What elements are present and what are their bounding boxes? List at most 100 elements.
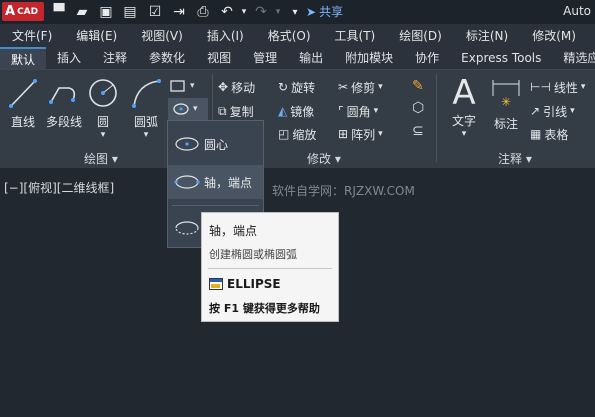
tab-express-tools[interactable]: Express Tools (450, 47, 552, 69)
tab-featured-apps[interactable]: 精选应用 (552, 47, 595, 69)
fillet-dropdown-icon[interactable]: ▾ (374, 106, 379, 116)
arc-dropdown-icon[interactable]: ▾ (128, 130, 164, 140)
tooltip-help: 按 F1 键获得更多帮助 (209, 302, 320, 315)
rotate-button[interactable]: ↻ 旋转 (278, 76, 315, 98)
tab-annotate[interactable]: 注释 (92, 47, 138, 69)
ellipse-button[interactable]: ▾ (168, 98, 208, 120)
panel-divider (436, 74, 437, 162)
menu-format[interactable]: 格式(O) (256, 27, 323, 44)
linear-dropdown-icon[interactable]: ▾ (581, 82, 586, 92)
text-icon: A (452, 73, 476, 113)
offset-icon[interactable]: ⊆ (412, 123, 424, 139)
undo-icon[interactable]: ↶ (218, 3, 236, 21)
trim-dropdown-icon[interactable]: ▾ (378, 82, 383, 92)
tooltip-command: ELLIPSE (209, 277, 281, 291)
app-logo[interactable]: A CAD (2, 2, 44, 21)
leader-dropdown-icon[interactable]: ▾ (570, 106, 575, 116)
trim-icon: ✂ (338, 80, 349, 94)
dimension-icon: ✳ (492, 80, 520, 109)
table-icon: ▦ (530, 127, 542, 141)
tab-view[interactable]: 视图 (196, 47, 242, 69)
move-button[interactable]: ✥ 移动 (218, 76, 255, 98)
polyline-button[interactable]: 多段线 (44, 76, 84, 130)
arc-button[interactable]: 圆弧 ▾ (128, 76, 164, 140)
ellipse-icon (173, 103, 189, 115)
tab-output[interactable]: 输出 (288, 47, 334, 69)
polyline-icon (49, 87, 76, 104)
fillet-icon: ⌜ (338, 104, 344, 118)
open-folder-icon[interactable]: ▰ (73, 3, 91, 21)
move-icon: ✥ (218, 80, 229, 94)
rotate-icon: ↻ (278, 80, 289, 94)
tooltip-description: 创建椭圆或椭圆弧 (209, 248, 297, 261)
leader-icon: ↗ (530, 104, 541, 118)
mirror-button[interactable]: ◭ 镜像 (278, 100, 314, 122)
watermark: 软件自学网：RJZXW.COM (272, 184, 415, 198)
menu-parametric[interactable]: 参 (588, 27, 595, 44)
viewport-controls-label[interactable]: [−][俯视][二维线框] (4, 179, 114, 196)
new-icon[interactable]: ▀ (50, 3, 68, 21)
copy-button[interactable]: ⧉ 复制 (218, 100, 254, 122)
rectangle-button[interactable]: ▾ (170, 76, 210, 96)
menu-edit[interactable]: 编辑(E) (64, 27, 129, 44)
tab-addins[interactable]: 附加模块 (334, 47, 404, 69)
tab-manage[interactable]: 管理 (242, 47, 288, 69)
app-title: Auto (563, 4, 591, 18)
menu-dimension[interactable]: 标注(N) (454, 27, 520, 44)
tab-default[interactable]: 默认 (0, 47, 47, 69)
redo-dropdown-icon[interactable]: ▾ (269, 3, 287, 21)
linear-icon: ⊢⊣ (530, 80, 551, 94)
array-dropdown-icon[interactable]: ▾ (378, 129, 383, 139)
send-icon: ➤ (306, 4, 317, 19)
elliptical-arc-icon (175, 221, 199, 235)
text-button[interactable]: A 文字 ▾ (446, 74, 482, 139)
tooltip-divider (208, 268, 332, 269)
svg-text:✳: ✳ (501, 95, 511, 109)
save-as-icon[interactable]: ▤ (121, 3, 139, 21)
cloud-icon[interactable]: ☑ (146, 3, 164, 21)
print-icon[interactable]: ⎙ (194, 3, 212, 21)
circle-dropdown-icon[interactable]: ▾ (86, 130, 120, 140)
modify-panel-label[interactable]: 修改 ▾ (307, 150, 341, 167)
tab-parametric[interactable]: 参数化 (138, 47, 196, 69)
ellipse-dropdown-icon: ▾ (193, 104, 198, 114)
menu-modify[interactable]: 修改(M) (520, 27, 588, 44)
ellipse-center-item[interactable]: 圆心 (168, 127, 263, 161)
ribbon-tabs: 默认 插入 注释 参数化 视图 管理 输出 附加模块 协作 Express To… (0, 46, 595, 70)
tab-insert[interactable]: 插入 (46, 47, 92, 69)
linear-button[interactable]: ⊢⊣ 线性 ▾ (530, 76, 585, 98)
erase-icon[interactable]: ✎ (412, 78, 424, 94)
array-button[interactable]: ⊞ 阵列 ▾ (338, 123, 383, 145)
draw-panel-label[interactable]: 绘图 ▾ (84, 150, 118, 167)
menu-view[interactable]: 视图(V) (129, 27, 195, 44)
text-dropdown-icon[interactable]: ▾ (446, 129, 482, 139)
menu-bar: 文件(F) 编辑(E) 视图(V) 插入(I) 格式(O) 工具(T) 绘图(D… (0, 24, 595, 46)
menu-insert[interactable]: 插入(I) (195, 27, 256, 44)
line-icon (9, 79, 37, 108)
fillet-button[interactable]: ⌜ 圆角 ▾ (338, 100, 378, 122)
menu-file[interactable]: 文件(F) (0, 27, 64, 44)
undo-dropdown-icon[interactable]: ▾ (235, 3, 253, 21)
customize-dropdown-icon[interactable]: ▾ (286, 3, 304, 21)
rectangle-icon (170, 80, 185, 92)
leader-button[interactable]: ↗ 引线 ▾ (530, 100, 575, 122)
dimension-button[interactable]: ✳ 标注 (488, 74, 524, 132)
circle-button[interactable]: 圆 ▾ (86, 76, 120, 140)
ellipse-axis-end-item[interactable]: 轴，端点 (168, 165, 263, 199)
save-icon[interactable]: ▣ (97, 3, 115, 21)
line-button[interactable]: 直线 (4, 76, 42, 130)
copy-icon: ⧉ (218, 103, 227, 118)
scale-button[interactable]: ◰ 缩放 (278, 123, 316, 145)
menu-tools[interactable]: 工具(T) (323, 27, 388, 44)
table-button[interactable]: ▦ 表格 (530, 123, 568, 145)
share-button[interactable]: ➤ 共享 (306, 3, 343, 20)
menu-draw[interactable]: 绘图(D) (387, 27, 454, 44)
tab-collaborate[interactable]: 协作 (404, 47, 450, 69)
annotation-panel-label[interactable]: 注释 ▾ (498, 150, 532, 167)
import-icon[interactable]: ⇥ (170, 3, 188, 21)
circle-icon (89, 79, 117, 107)
explode-icon[interactable]: ⬡ (412, 100, 424, 116)
redo-icon[interactable]: ↷ (252, 3, 270, 21)
menu-divider (172, 205, 259, 206)
trim-button[interactable]: ✂ 修剪 ▾ (338, 76, 383, 98)
